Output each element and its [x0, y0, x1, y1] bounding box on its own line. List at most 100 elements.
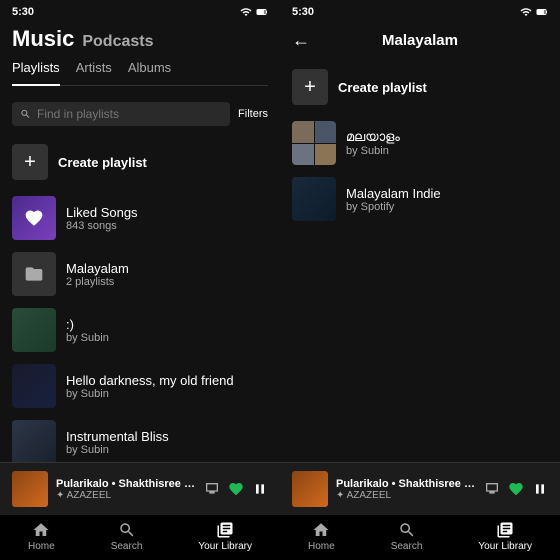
instrumental-thumb	[12, 420, 56, 462]
list-item-liked[interactable]: Liked Songs 843 songs	[0, 190, 280, 246]
malayalam-folder-name: Malayalam	[66, 261, 268, 276]
library-icon-left	[216, 521, 234, 539]
create-playlist-right[interactable]: + Create playlist	[280, 59, 560, 115]
np-controls-left	[204, 481, 268, 497]
mal-mosaic-thumb	[292, 121, 336, 165]
search-input[interactable]	[37, 107, 222, 121]
heart-icon	[24, 208, 44, 228]
search-nav-icon-right	[398, 521, 416, 539]
malayalam-folder-sub: 2 playlists	[66, 276, 268, 288]
library-icon-right	[496, 521, 514, 539]
np-artist-left: ✦ AZAZEEL	[56, 490, 196, 501]
tab-playlists[interactable]: Playlists	[12, 60, 60, 86]
smiley-thumb	[12, 308, 56, 352]
tab-albums[interactable]: Albums	[128, 60, 171, 79]
music-podcasts-row: Music Podcasts	[12, 26, 268, 52]
status-time-left: 5:30	[12, 6, 34, 18]
nav-library-label-right: Your Library	[478, 541, 532, 552]
malayalam-folder-info: Malayalam 2 playlists	[66, 261, 268, 288]
mosaic-cell-1	[292, 121, 314, 143]
liked-songs-thumb	[12, 196, 56, 240]
instrumental-sub: by Subin	[66, 444, 268, 456]
np-device-icon-right[interactable]	[484, 481, 500, 497]
mal-info: മലയാളം by Subin	[346, 129, 548, 157]
np-title-right: Pularikalo • Shakthisree Gopalan	[336, 478, 476, 490]
status-icons-right	[520, 6, 548, 18]
np-info-left: Pularikalo • Shakthisree Gopalan ✦ AZAZE…	[56, 478, 196, 501]
mal-sub: by Subin	[346, 145, 548, 157]
battery-icon-right	[536, 6, 548, 18]
podcasts-title[interactable]: Podcasts	[82, 33, 153, 51]
nav-home-label-left: Home	[28, 541, 55, 552]
malayalam-folder-thumb	[12, 252, 56, 296]
bottom-nav-left: Home Search Your Library	[0, 515, 280, 560]
home-icon-right	[312, 521, 330, 539]
np-like-icon-right[interactable]	[508, 481, 524, 497]
search-icon	[20, 108, 31, 120]
list-item-mal[interactable]: മലയാളം by Subin	[280, 115, 560, 171]
back-button[interactable]: ←	[292, 30, 310, 51]
create-playlist-left[interactable]: + Create playlist	[0, 134, 280, 190]
plus-icon-right: +	[292, 69, 328, 105]
search-bar: Filters	[0, 94, 280, 134]
wifi-icon	[240, 6, 252, 18]
np-info-right: Pularikalo • Shakthisree Gopalan ✦ AZAZE…	[336, 478, 476, 501]
np-pause-icon-left[interactable]	[252, 481, 268, 497]
tab-artists[interactable]: Artists	[76, 60, 112, 79]
mosaic-cell-3	[292, 144, 314, 166]
nav-home-right[interactable]: Home	[308, 521, 335, 552]
status-icons-left	[240, 6, 268, 18]
mal-indie-name: Malayalam Indie	[346, 186, 548, 201]
nav-search-right[interactable]: Search	[391, 521, 423, 552]
status-bar-right: 5:30	[280, 0, 560, 22]
right-panel-title: Malayalam	[382, 32, 458, 49]
nav-search-label-right: Search	[391, 541, 423, 552]
nav-library-label-left: Your Library	[198, 541, 252, 552]
folder-icon	[24, 264, 44, 284]
smiley-name: :)	[66, 317, 268, 332]
mal-name: മലയാളം	[346, 129, 548, 145]
left-header: Music Podcasts Playlists Artists Albums	[0, 22, 280, 94]
plus-icon-left: +	[12, 144, 48, 180]
nav-home-left[interactable]: Home	[28, 521, 55, 552]
search-nav-icon-left	[118, 521, 136, 539]
mosaic-cell-4	[315, 144, 337, 166]
np-like-icon-left[interactable]	[228, 481, 244, 497]
nav-library-right[interactable]: Your Library	[478, 521, 532, 552]
list-item-mal-indie[interactable]: Malayalam Indie by Spotify	[280, 171, 560, 227]
left-list: + Create playlist Liked Songs 843 songs …	[0, 134, 280, 462]
status-bar-left: 5:30	[0, 0, 280, 22]
bottom-nav-right: Home Search Your Library	[280, 515, 560, 560]
filters-button[interactable]: Filters	[238, 108, 268, 120]
tabs-row: Playlists Artists Albums	[12, 60, 268, 86]
right-spacer	[280, 261, 560, 463]
darkness-info: Hello darkness, my old friend by Subin	[66, 373, 268, 400]
mosaic-cell-2	[315, 121, 337, 143]
liked-songs-info: Liked Songs 843 songs	[66, 205, 268, 232]
np-controls-right	[484, 481, 548, 497]
nav-library-left[interactable]: Your Library	[198, 521, 252, 552]
home-icon-left	[32, 521, 50, 539]
list-item-darkness[interactable]: Hello darkness, my old friend by Subin	[0, 358, 280, 414]
nav-search-label-left: Search	[111, 541, 143, 552]
list-item-malayalam[interactable]: Malayalam 2 playlists	[0, 246, 280, 302]
search-input-wrap[interactable]	[12, 102, 230, 126]
now-playing-left[interactable]: Pularikalo • Shakthisree Gopalan ✦ AZAZE…	[0, 462, 280, 515]
instrumental-info: Instrumental Bliss by Subin	[66, 429, 268, 456]
liked-songs-sub: 843 songs	[66, 220, 268, 232]
darkness-name: Hello darkness, my old friend	[66, 373, 268, 388]
smiley-info: :) by Subin	[66, 317, 268, 344]
darkness-sub: by Subin	[66, 388, 268, 400]
now-playing-right[interactable]: Pularikalo • Shakthisree Gopalan ✦ AZAZE…	[280, 462, 560, 515]
np-title-left: Pularikalo • Shakthisree Gopalan	[56, 478, 196, 490]
np-device-icon-left[interactable]	[204, 481, 220, 497]
create-playlist-label-left: Create playlist	[58, 155, 147, 170]
np-pause-icon-right[interactable]	[532, 481, 548, 497]
np-artist-right: ✦ AZAZEEL	[336, 490, 476, 501]
right-panel: 5:30 ← Malayalam + Create playlist മലയാള…	[280, 0, 560, 560]
music-title: Music	[12, 26, 74, 52]
nav-search-left[interactable]: Search	[111, 521, 143, 552]
list-item-instrumental[interactable]: Instrumental Bliss by Subin	[0, 414, 280, 462]
list-item-smiley[interactable]: :) by Subin	[0, 302, 280, 358]
mal-indie-thumb	[292, 177, 336, 221]
